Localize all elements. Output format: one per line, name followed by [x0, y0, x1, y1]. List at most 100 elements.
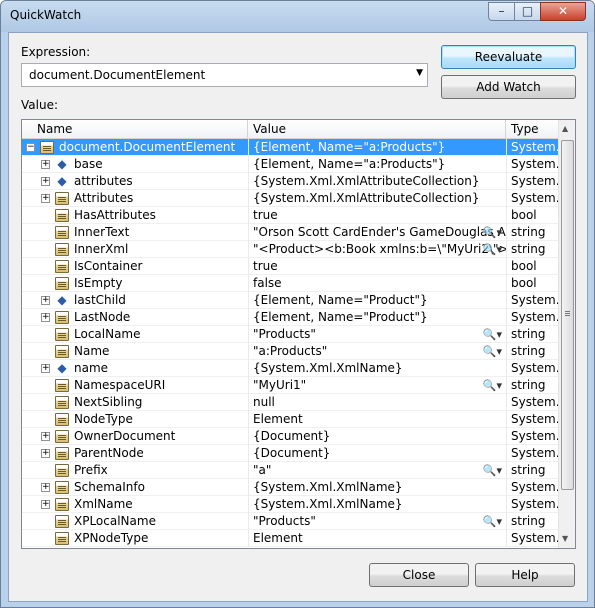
help-button[interactable]: Help — [475, 563, 575, 587]
table-row[interactable]: IsContainer true bool — [22, 258, 559, 275]
reevaluate-button[interactable]: Reevaluate — [441, 45, 576, 69]
minimize-icon[interactable]: – — [488, 2, 515, 21]
name-cell[interactable]: NodeType — [22, 411, 248, 428]
expand-icon[interactable]: + — [41, 194, 50, 203]
table-row[interactable]: Prefix "a" 🔍▾ string — [22, 462, 559, 479]
table-row[interactable]: + LastNode {Element, Name="Product"} System… — [22, 309, 559, 326]
table-row[interactable]: + ◆ base {Element, Name="a:Products"} System… — [22, 156, 559, 173]
expand-icon[interactable]: + — [41, 313, 50, 322]
close-icon[interactable]: ✕ — [540, 2, 586, 21]
name-cell[interactable]: NextSibling — [22, 394, 248, 411]
table-row[interactable]: NamespaceURI "MyUri1" 🔍▾ string — [22, 377, 559, 394]
value-cell[interactable]: "MyUri1" 🔍▾ — [248, 377, 506, 394]
value-cell[interactable]: "a" 🔍▾ — [248, 462, 506, 479]
table-row[interactable]: + XmlName {System.Xml.XmlName} System.Xml — [22, 496, 559, 513]
name-cell[interactable]: LocalName — [22, 326, 248, 343]
vertical-scrollbar[interactable]: ▲ ▼ — [558, 120, 575, 548]
add-watch-button[interactable]: Add Watch — [441, 75, 576, 99]
value-cell[interactable]: false — [248, 275, 506, 292]
value-cell[interactable]: {System.Xml.XmlAttributeCollection} — [248, 173, 506, 190]
name-cell[interactable]: IsContainer — [22, 258, 248, 275]
name-cell[interactable]: + SchemaInfo — [22, 479, 248, 496]
value-cell[interactable]: {Element, Name="Product"} — [248, 309, 506, 326]
name-cell[interactable]: + OwnerDocument — [22, 428, 248, 445]
table-row[interactable]: HasAttributes true bool — [22, 207, 559, 224]
name-cell[interactable]: + XmlName — [22, 496, 248, 513]
table-row[interactable]: LocalName "Products" 🔍▾ string — [22, 326, 559, 343]
table-row[interactable]: NextSibling null System.Xml — [22, 394, 559, 411]
name-cell[interactable]: + ◆ name — [22, 360, 248, 377]
expand-icon[interactable]: + — [41, 432, 50, 441]
table-row[interactable]: + ◆ name {System.Xml.XmlName} System.Xml — [22, 360, 559, 377]
table-row[interactable]: NodeType Element System.Xml — [22, 411, 559, 428]
name-cell[interactable]: + LastNode — [22, 309, 248, 326]
table-row[interactable]: + ◆ lastChild {Element, Name="Product"} Syst… — [22, 292, 559, 309]
title-bar[interactable]: QuickWatch – □ ✕ — [1, 1, 594, 32]
value-cell[interactable]: {System.Xml.XmlName} — [248, 360, 506, 377]
expand-icon[interactable]: + — [41, 177, 50, 186]
name-cell[interactable]: InnerXml — [22, 241, 248, 258]
value-cell[interactable]: {Element, Name="a:Products"} — [248, 139, 506, 156]
scroll-up-icon[interactable]: ▲ — [562, 124, 568, 133]
value-cell[interactable]: {System.Xml.XmlAttributeCollection} — [248, 190, 506, 207]
table-row[interactable]: + Attributes {System.Xml.XmlAttributeColle… — [22, 190, 559, 207]
name-cell[interactable]: InnerText — [22, 224, 248, 241]
value-cell[interactable]: "Products" 🔍▾ — [248, 513, 506, 530]
value-cell[interactable]: {System.Xml.XmlName} — [248, 479, 506, 496]
magnifier-dropdown-icon[interactable]: 🔍▾ — [483, 378, 502, 394]
name-cell[interactable]: IsEmpty — [22, 275, 248, 292]
table-row[interactable]: − document.DocumentElement {Element, Name=… — [22, 139, 559, 156]
expression-value[interactable]: document.DocumentElement — [29, 68, 205, 82]
name-cell[interactable]: + ParentNode — [22, 445, 248, 462]
name-cell[interactable]: NamespaceURI — [22, 377, 248, 394]
name-cell[interactable]: + ◆ attributes — [22, 173, 248, 190]
value-cell[interactable]: {Document} — [248, 428, 506, 445]
value-cell[interactable]: {Element, Name="a:Products"} — [248, 156, 506, 173]
expand-icon[interactable]: + — [41, 296, 50, 305]
table-row[interactable]: XPLocalName "Products" 🔍▾ string — [22, 513, 559, 530]
close-button[interactable]: Close — [369, 563, 469, 587]
value-cell[interactable]: "Orson Scott CardEnder's GameDouglas Ad 🔍… — [248, 224, 506, 241]
expand-icon[interactable]: + — [41, 449, 50, 458]
name-cell[interactable]: XPLocalName — [22, 513, 248, 530]
table-row[interactable]: InnerXml "<Product><b:Book xmlns:b=\"MyUr… — [22, 241, 559, 258]
magnifier-dropdown-icon[interactable]: 🔍▾ — [483, 327, 502, 343]
value-cell[interactable]: true — [248, 207, 506, 224]
table-row[interactable]: InnerText "Orson Scott CardEnder's GameDo… — [22, 224, 559, 241]
table-row[interactable]: + ◆ attributes {System.Xml.XmlAttributeColl… — [22, 173, 559, 190]
expand-icon[interactable]: + — [41, 364, 50, 373]
magnifier-dropdown-icon[interactable]: 🔍▾ — [483, 344, 502, 360]
expand-icon[interactable]: + — [41, 160, 50, 169]
value-cell[interactable]: {System.Xml.XmlName} — [248, 496, 506, 513]
table-row[interactable]: Name "a:Products" 🔍▾ string — [22, 343, 559, 360]
table-row[interactable]: IsEmpty false bool — [22, 275, 559, 292]
name-cell[interactable]: + ◆ lastChild — [22, 292, 248, 309]
name-cell[interactable]: + Attributes — [22, 190, 248, 207]
name-cell[interactable]: + ◆ base — [22, 156, 248, 173]
value-cell[interactable]: "a:Products" 🔍▾ — [248, 343, 506, 360]
table-row[interactable]: + OwnerDocument {Document} System.Xml — [22, 428, 559, 445]
magnifier-dropdown-icon[interactable]: 🔍▾ — [483, 242, 502, 258]
name-cell[interactable]: Prefix — [22, 462, 248, 479]
value-cell[interactable]: Element — [248, 411, 506, 428]
scroll-down-icon[interactable]: ▼ — [562, 534, 568, 543]
name-cell[interactable]: HasAttributes — [22, 207, 248, 224]
value-cell[interactable]: Element — [248, 530, 506, 547]
value-cell[interactable]: "<Product><b:Book xmlns:b=\"MyUri2\"> 🔍▾ — [248, 241, 506, 258]
magnifier-dropdown-icon[interactable]: 🔍▾ — [483, 463, 502, 479]
column-header-type[interactable]: Type — [506, 120, 559, 139]
collapse-icon[interactable]: − — [26, 143, 35, 152]
expand-icon[interactable]: + — [41, 483, 50, 492]
value-cell[interactable]: true — [248, 258, 506, 275]
value-cell[interactable]: {Document} — [248, 445, 506, 462]
chevron-down-icon[interactable]: ▼ — [416, 68, 423, 78]
table-row[interactable]: + SchemaInfo {System.Xml.XmlName} System.Xm… — [22, 479, 559, 496]
name-cell[interactable]: Name — [22, 343, 248, 360]
column-header-name[interactable]: Name — [22, 120, 248, 139]
watch-grid[interactable]: Name Value Type − document.DocumentElemen… — [21, 119, 576, 549]
table-row[interactable]: XPNodeType Element System.Xml — [22, 530, 559, 547]
value-cell[interactable]: "Products" 🔍▾ — [248, 326, 506, 343]
value-cell[interactable]: {Element, Name="Product"} — [248, 292, 506, 309]
magnifier-dropdown-icon[interactable]: 🔍▾ — [483, 514, 502, 530]
maximize-icon[interactable]: □ — [514, 2, 541, 21]
